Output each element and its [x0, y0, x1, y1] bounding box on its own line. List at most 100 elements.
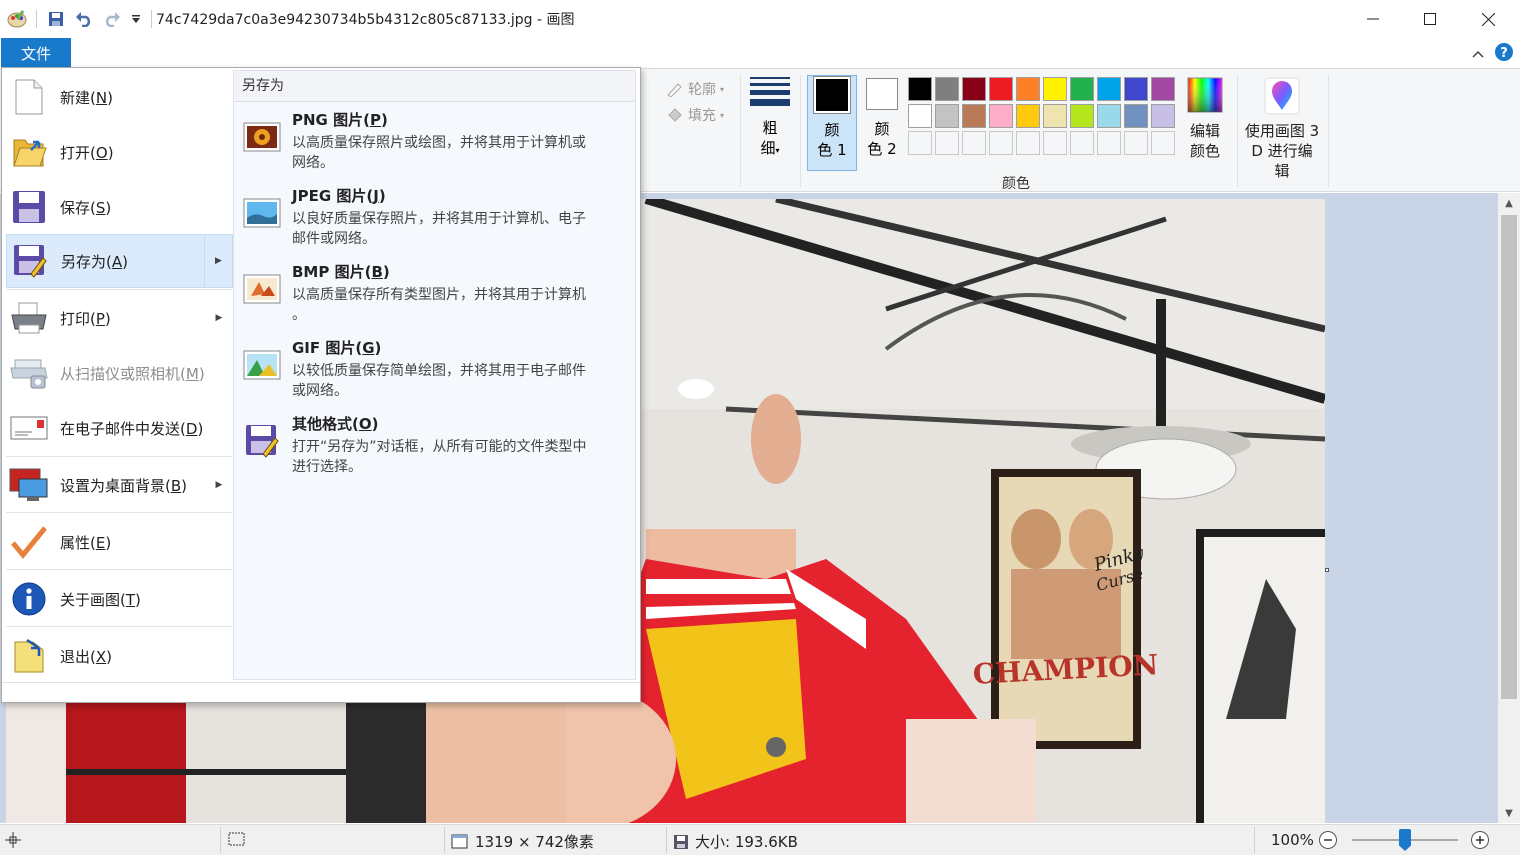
- group-separator: [1237, 75, 1238, 187]
- custom-color-slot[interactable]: [1043, 131, 1067, 155]
- fill-icon: [668, 108, 682, 122]
- scrollbar-thumb[interactable]: [1501, 215, 1517, 699]
- info-icon: [6, 576, 52, 622]
- menu-item-properties[interactable]: 属性(E): [6, 516, 233, 568]
- edit-colors-label-line1: 编辑: [1189, 122, 1220, 140]
- scroll-down-arrow-icon[interactable]: ▼: [1498, 803, 1520, 823]
- menu-item-send-email[interactable]: 在电子邮件中发送(D): [6, 402, 233, 454]
- dropdown-arrow-icon: ▾: [720, 84, 725, 94]
- undo-icon[interactable]: [73, 8, 95, 30]
- palette-swatch[interactable]: [935, 104, 959, 128]
- customize-toolbar-icon[interactable]: [129, 8, 143, 30]
- custom-color-slot[interactable]: [1070, 131, 1094, 155]
- palette-swatch[interactable]: [1043, 104, 1067, 128]
- custom-color-slot[interactable]: [1151, 131, 1175, 155]
- menu-item-exit[interactable]: 退出(X): [6, 630, 233, 682]
- disk-icon: [674, 834, 688, 849]
- palette-swatch[interactable]: [935, 77, 959, 101]
- save-as-other-formats[interactable]: 其他格式(O) 打开“另存为”对话框，从所有可能的文件类型中 进行选择。: [242, 413, 632, 477]
- status-bar: 1319 × 742像素 大小: 193.6KB 100%: [0, 824, 1520, 855]
- help-icon[interactable]: ?: [1494, 42, 1514, 66]
- minimize-icon: [1367, 18, 1379, 20]
- palette-swatch[interactable]: [1070, 104, 1094, 128]
- image-size-icon: [451, 834, 468, 848]
- color2-label-line2: 色 2: [867, 140, 897, 158]
- palette-swatch[interactable]: [1016, 77, 1040, 101]
- custom-color-slot[interactable]: [962, 131, 986, 155]
- edit-colors-button[interactable]: 编辑 颜色: [1186, 77, 1224, 161]
- custom-color-slot[interactable]: [908, 131, 932, 155]
- palette-swatch[interactable]: [1043, 77, 1067, 101]
- zoom-in-button[interactable]: [1470, 830, 1490, 850]
- save-as-bmp[interactable]: BMP 图片(B) 以高质量保存所有类型图片，并将其用于计算机。: [242, 261, 632, 325]
- redo-icon[interactable]: [101, 8, 123, 30]
- palette-swatch[interactable]: [1070, 77, 1094, 101]
- palette-swatch[interactable]: [989, 104, 1013, 128]
- fill-button[interactable]: 填充 ▾: [666, 105, 724, 125]
- save-icon[interactable]: [45, 8, 67, 30]
- jpeg-image-icon: [242, 193, 282, 233]
- color2-button[interactable]: 颜 色 2: [857, 75, 907, 171]
- custom-color-slot[interactable]: [1124, 131, 1148, 155]
- paint-app-icon[interactable]: [6, 8, 28, 30]
- palette-swatch[interactable]: [1097, 104, 1121, 128]
- menu-item-save-as[interactable]: 另存为(A) ▶: [6, 234, 233, 288]
- minimize-button[interactable]: [1344, 0, 1402, 38]
- vertical-scrollbar[interactable]: ▲ ▼: [1498, 193, 1520, 823]
- palette-swatch[interactable]: [1097, 77, 1121, 101]
- quick-access-toolbar: [6, 8, 154, 30]
- menu-item-new[interactable]: 新建(N): [6, 72, 233, 122]
- outline-button[interactable]: 轮廓 ▾: [666, 79, 724, 99]
- size-label: 粗 细▾: [760, 118, 779, 161]
- color2-label-line1: 颜: [874, 120, 890, 138]
- scroll-up-arrow-icon[interactable]: ▲: [1498, 193, 1520, 213]
- color1-button[interactable]: 颜 色 1: [807, 75, 857, 171]
- palette-swatch[interactable]: [908, 104, 932, 128]
- toolbar-separator: [36, 10, 37, 28]
- maximize-button[interactable]: [1401, 0, 1459, 38]
- selection-icon: [228, 832, 245, 846]
- zoom-slider[interactable]: [1352, 825, 1460, 855]
- palette-swatch[interactable]: [908, 77, 932, 101]
- save-as-png[interactable]: PNG 图片(P) 以高质量保存照片或绘图，并将其用于计算机或 网络。: [242, 109, 632, 173]
- palette-swatch[interactable]: [962, 77, 986, 101]
- menu-item-open[interactable]: 打开(O): [6, 127, 233, 177]
- menu-item-about[interactable]: 关于画图(T): [6, 573, 233, 625]
- outline-icon: [667, 83, 682, 97]
- zoom-in-icon: [1471, 831, 1489, 849]
- palette-swatch[interactable]: [1151, 104, 1175, 128]
- size-button[interactable]: 粗 细▾: [748, 77, 792, 161]
- zoom-slider-thumb[interactable]: [1399, 829, 1411, 851]
- close-icon: [1481, 12, 1495, 26]
- palette-swatch[interactable]: [1151, 77, 1175, 101]
- save-as-jpeg[interactable]: JPEG 图片(J) 以良好质量保存照片，并将其用于计算机、电子 邮件或网络。: [242, 185, 632, 249]
- image-dimensions: 1319 × 742像素: [451, 831, 594, 852]
- custom-color-slot[interactable]: [1097, 131, 1121, 155]
- palette-swatch[interactable]: [1124, 77, 1148, 101]
- collapse-ribbon-icon[interactable]: [1472, 46, 1484, 62]
- menu-item-print[interactable]: 打印(P) ▶: [6, 292, 233, 344]
- palette-swatch[interactable]: [989, 77, 1013, 101]
- menu-item-from-scanner[interactable]: 从扫描仪或照相机(M): [6, 347, 233, 399]
- palette-swatch[interactable]: [962, 104, 986, 128]
- save-as-bmp-text: BMP 图片(B) 以高质量保存所有类型图片，并将其用于计算机。: [292, 261, 632, 325]
- tab-file[interactable]: 文件: [1, 38, 71, 68]
- close-button[interactable]: [1459, 0, 1517, 38]
- color1-swatch: [813, 76, 851, 114]
- new-file-icon: [6, 74, 52, 120]
- canvas-resize-handle[interactable]: [1325, 568, 1329, 572]
- menu-divider: [6, 626, 232, 627]
- edit-with-paint3d-button[interactable]: 使用画图 3 D 进行编辑: [1244, 77, 1320, 181]
- custom-color-slot[interactable]: [1016, 131, 1040, 155]
- zoom-out-button[interactable]: [1318, 830, 1338, 850]
- custom-color-slot[interactable]: [989, 131, 1013, 155]
- save-as-gif[interactable]: GIF 图片(G) 以较低质量保存简单绘图，并将其用于电子邮件 或网络。: [242, 337, 632, 401]
- crosshair-icon: [5, 832, 21, 848]
- menu-item-save[interactable]: 保存(S): [6, 182, 233, 232]
- file-size-text: 大小: 193.6KB: [695, 833, 798, 851]
- custom-color-slot[interactable]: [935, 131, 959, 155]
- menu-item-set-desktop-background[interactable]: 设置为桌面背景(B) ▶: [6, 459, 233, 511]
- png-image-icon: [242, 117, 282, 157]
- palette-swatch[interactable]: [1124, 104, 1148, 128]
- palette-swatch[interactable]: [1016, 104, 1040, 128]
